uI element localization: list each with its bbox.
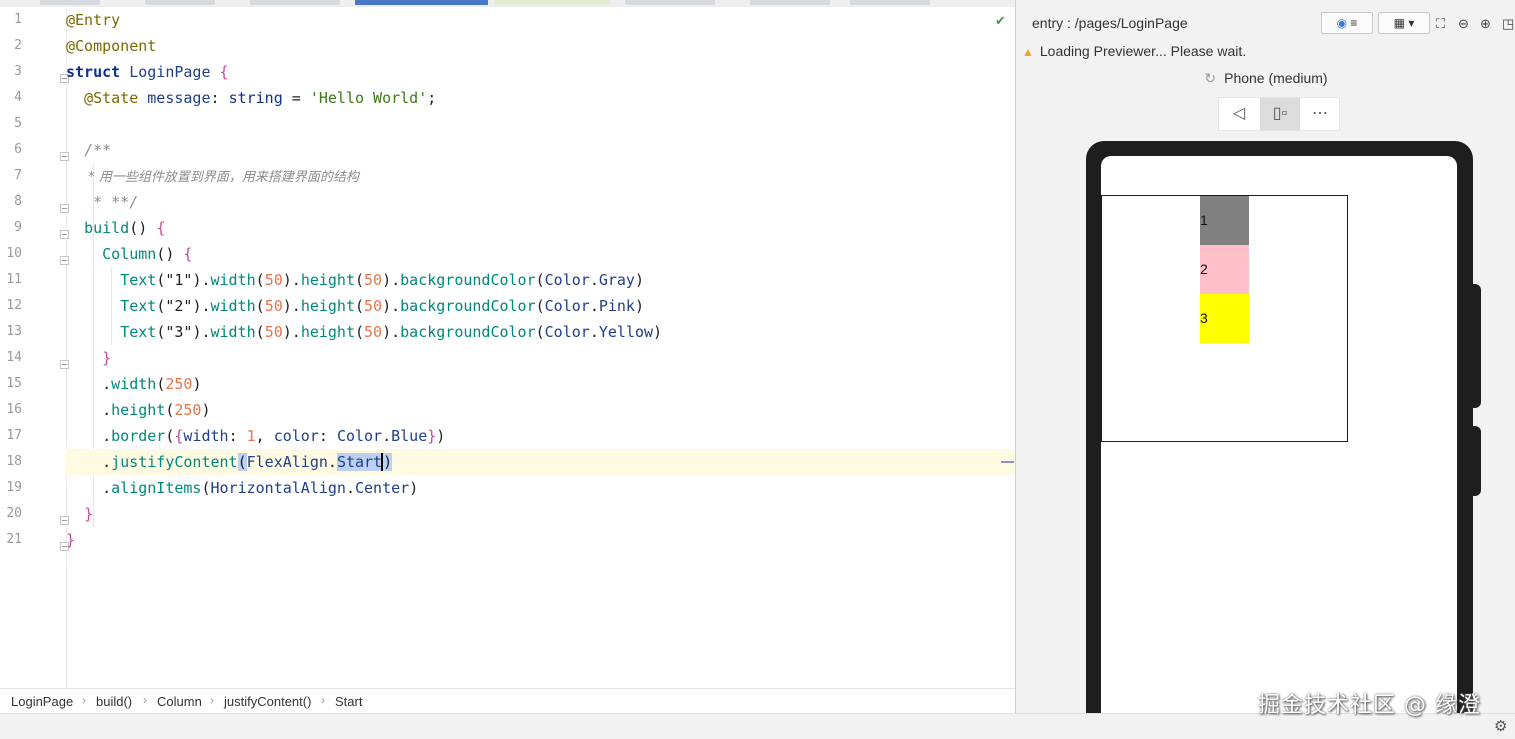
breadcrumb-item[interactable]: LoginPage — [11, 694, 73, 709]
dropdown-icon[interactable]: ▾ — [1408, 16, 1414, 30]
fit-icon[interactable]: ⛶ — [1436, 16, 1445, 32]
line-number: 12 — [6, 298, 22, 313]
line-number: 20 — [6, 506, 22, 521]
code-line[interactable]: @Component — [66, 33, 1015, 59]
chevron-right-icon: › — [321, 693, 325, 707]
code-line[interactable]: .height(250) — [66, 397, 1015, 423]
line-number: 8 — [14, 194, 22, 209]
refresh-icon[interactable]: ↻ — [1204, 70, 1216, 86]
line-number: 7 — [14, 168, 22, 183]
code-line[interactable]: .alignItems(HorizontalAlign.Center) — [66, 475, 1015, 501]
line-number: 9 — [14, 220, 22, 235]
code-line[interactable] — [66, 111, 1015, 137]
device-toolbar: ◁ ▯▫ ⋯ — [1218, 97, 1340, 131]
phone-side-button — [1473, 284, 1481, 408]
breadcrumb-item[interactable]: Start — [335, 694, 362, 709]
line-number: 14 — [6, 350, 22, 365]
code-line[interactable]: build() { — [66, 215, 1015, 241]
code-line[interactable]: } — [66, 501, 1015, 527]
warning-icon: ▲ — [1022, 45, 1034, 59]
code-line[interactable]: * **/ — [66, 189, 1015, 215]
device-name: Phone (medium) — [1224, 70, 1328, 86]
breadcrumb: LoginPage › build() › Column › justifyCo… — [0, 688, 1015, 714]
grid-icon[interactable]: ▦ — [1394, 16, 1405, 30]
code-line[interactable]: /** — [66, 137, 1015, 163]
chevron-right-icon: › — [143, 693, 147, 707]
line-number: 13 — [6, 324, 22, 339]
loading-warning: ▲ Loading Previewer... Please wait. — [1022, 43, 1246, 59]
code-line[interactable]: Column() { — [66, 241, 1015, 267]
code-line[interactable]: Text("2").width(50).height(50).backgroun… — [66, 293, 1015, 319]
line-number: 18 — [6, 454, 22, 469]
device-selector[interactable]: ↻ Phone (medium) — [1016, 70, 1515, 87]
breadcrumb-item[interactable]: justifyContent() — [224, 694, 311, 709]
more-icon[interactable]: ⋯ — [1300, 98, 1340, 130]
code-line[interactable]: struct LoginPage { — [66, 59, 1015, 85]
loading-warning-text: Loading Previewer... Please wait. — [1039, 43, 1247, 59]
line-number: 15 — [6, 376, 22, 391]
editor-tab-active[interactable] — [355, 0, 488, 5]
phone-frame: 1 2 3 — [1086, 141, 1473, 713]
back-icon[interactable]: ◁ — [1219, 98, 1259, 130]
code-line[interactable]: @Entry — [66, 7, 1015, 33]
code-line[interactable]: Text("1").width(50).height(50).backgroun… — [66, 267, 1015, 293]
text-box-1[interactable]: 1 — [1200, 196, 1249, 245]
line-number: 10 — [6, 246, 22, 261]
phone-side-button — [1473, 426, 1481, 496]
maximize-icon[interactable]: ◳ — [1502, 16, 1514, 32]
line-number: 2 — [14, 38, 22, 53]
editor-tab[interactable] — [750, 0, 830, 5]
code-line-current[interactable]: .justifyContent(FlexAlign.Start) — [66, 449, 1015, 475]
editor-tab[interactable] — [850, 0, 930, 5]
change-marker-icon — [1001, 461, 1014, 463]
previewer-panel: entry : /pages/LoginPage ◉ ≡ ▦ ▾ ⛶ ⊖ ⊕ ◳… — [1015, 0, 1515, 713]
line-number: 17 — [6, 428, 22, 443]
code-editor[interactable]: 1 2 3 4 5 6 7 8 9 10 11 12 13 14 15 16 1… — [0, 0, 1015, 688]
code-line[interactable]: .border({width: 1, color: Color.Blue}) — [66, 423, 1015, 449]
breadcrumb-item[interactable]: Column — [157, 694, 202, 709]
entry-path-label: entry : /pages/LoginPage — [1032, 15, 1188, 31]
phone-screen[interactable]: 1 2 3 — [1101, 156, 1457, 713]
line-number: 16 — [6, 402, 22, 417]
rotate-device-icon[interactable]: ▯▫ — [1260, 98, 1300, 130]
code-line[interactable]: } — [66, 345, 1015, 371]
line-number: 3 — [14, 64, 22, 79]
inspector-toggle[interactable]: ◉ ≡ — [1321, 12, 1373, 34]
editor-tab[interactable] — [250, 0, 340, 5]
code-area[interactable]: @Entry @Component struct LoginPage { @St… — [66, 7, 1015, 688]
chevron-right-icon: › — [210, 693, 214, 707]
editor-tab[interactable] — [40, 0, 100, 5]
zoom-out-icon[interactable]: ⊖ — [1458, 16, 1469, 32]
zoom-in-icon[interactable]: ⊕ — [1480, 16, 1491, 32]
editor-tab[interactable] — [145, 0, 215, 5]
code-line[interactable]: } — [66, 527, 1015, 553]
column-container[interactable]: 1 2 3 — [1101, 195, 1348, 442]
line-number: 1 — [14, 12, 22, 27]
line-number-gutter[interactable]: 1 2 3 4 5 6 7 8 9 10 11 12 13 14 15 16 1… — [0, 7, 69, 688]
text-box-2[interactable]: 2 — [1200, 245, 1249, 294]
editor-tab[interactable] — [625, 0, 715, 5]
layout-dropdown[interactable]: ▦ ▾ — [1378, 12, 1430, 34]
code-line[interactable]: .width(250) — [66, 371, 1015, 397]
previewer-header: entry : /pages/LoginPage ◉ ≡ ▦ ▾ ⛶ ⊖ ⊕ ◳ — [1016, 8, 1515, 38]
line-number: 21 — [6, 532, 22, 547]
layers-icon[interactable]: ≡ — [1350, 16, 1357, 30]
breadcrumb-item[interactable]: build() — [96, 694, 132, 709]
line-number: 5 — [14, 116, 22, 131]
line-number: 6 — [14, 142, 22, 157]
text-box-3[interactable]: 3 — [1200, 294, 1249, 343]
code-line[interactable]: * 用一些组件放置到界面，用来搭建界面的结构 — [66, 163, 1015, 189]
editor-tab[interactable] — [495, 0, 610, 5]
chevron-right-icon: › — [82, 693, 86, 707]
inspector-icon[interactable]: ◉ — [1337, 16, 1347, 30]
line-number: 4 — [14, 90, 22, 105]
watermark: 掘金技术社区 @ 缘澄 — [1258, 693, 1481, 718]
check-icon: ✔ — [995, 13, 1006, 28]
gear-icon[interactable]: ⚙ — [1494, 717, 1507, 735]
code-line[interactable]: @State message: string = 'Hello World'; — [66, 85, 1015, 111]
line-number: 11 — [6, 272, 22, 287]
line-number: 19 — [6, 480, 22, 495]
code-line[interactable]: Text("3").width(50).height(50).backgroun… — [66, 319, 1015, 345]
editor-tab-strip — [0, 0, 1015, 7]
